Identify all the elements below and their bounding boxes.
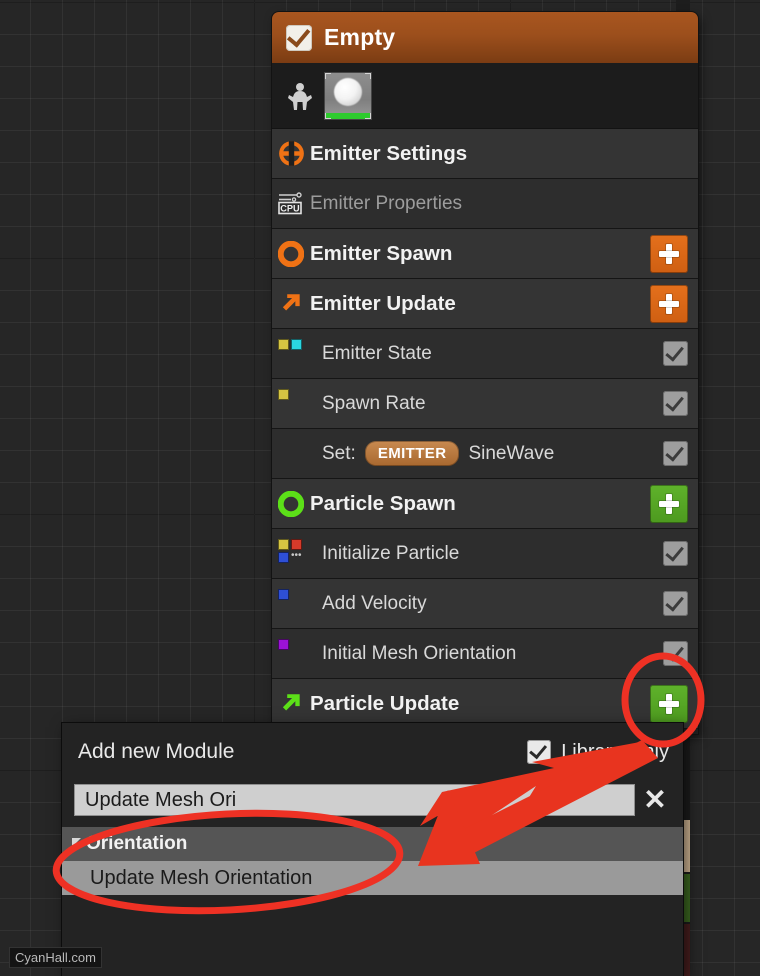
add-particle-spawn-button[interactable] — [650, 484, 688, 523]
emitter-panel: Empty Emitter Settings CPU Emitter Prope… — [272, 12, 698, 734]
swatch — [278, 589, 289, 600]
row-label: Add Velocity — [322, 592, 427, 614]
row-label: Spawn Rate — [322, 392, 426, 414]
swatch — [278, 639, 289, 650]
swatch-more: ••• — [291, 550, 302, 561]
emitter-enabled-checkbox[interactable] — [286, 23, 312, 51]
emitter-settings-icon — [272, 140, 310, 167]
result-item-label: Update Mesh Orientation — [90, 866, 313, 889]
row-label: Emitter Update — [310, 291, 456, 315]
row-label-parameter: SineWave — [468, 442, 555, 464]
check-icon — [665, 641, 684, 662]
add-emitter-spawn-button[interactable] — [650, 234, 688, 273]
swatch — [291, 339, 302, 350]
check-icon — [665, 441, 684, 462]
enable-spawn-rate-checkbox[interactable] — [663, 391, 688, 416]
emitter-spawn-icon — [272, 240, 310, 267]
emitter-thumbnail-row — [272, 63, 698, 129]
row-particle-spawn[interactable]: Particle Spawn — [272, 479, 698, 529]
add-emitter-update-button[interactable] — [650, 284, 688, 323]
check-icon — [665, 391, 684, 412]
watermark: CyanHall.com — [10, 948, 101, 967]
dialog-title: Add new Module — [78, 740, 235, 763]
module-results-list: Orientation Update Mesh Orientation — [62, 827, 683, 895]
expand-triangle-icon — [72, 837, 81, 847]
row-emitter-update[interactable]: Emitter Update — [272, 279, 698, 329]
emitter-update-icon — [272, 291, 310, 317]
row-label: Initial Mesh Orientation — [322, 642, 517, 664]
dialog-search-row: Update Mesh Ori ✕ — [62, 781, 683, 819]
check-icon — [665, 541, 684, 562]
plus-icon — [659, 293, 679, 314]
row-emitter-properties[interactable]: CPU Emitter Properties — [272, 179, 698, 229]
enable-set-sinewave-checkbox[interactable] — [663, 441, 688, 466]
row-particle-update[interactable]: Particle Update — [272, 679, 698, 729]
enable-initialize-particle-checkbox[interactable] — [663, 541, 688, 566]
category-label: Orientation — [86, 833, 188, 854]
swatch-none — [278, 437, 308, 439]
row-label: Particle Update — [310, 691, 460, 715]
dialog-header: Add new Module Library Only — [62, 723, 683, 781]
row-label: Emitter State — [322, 342, 432, 364]
emitter-scope-pill: EMITTER — [364, 441, 460, 466]
row-add-velocity[interactable]: Add Velocity — [272, 579, 698, 629]
particle-update-icon — [272, 691, 310, 717]
row-label: Emitter Spawn — [310, 241, 453, 265]
row-label: Particle Spawn — [310, 491, 456, 515]
svg-text:CPU: CPU — [280, 203, 300, 213]
add-particle-update-button[interactable] — [650, 684, 688, 723]
swatch-yellow — [278, 387, 308, 400]
check-icon — [529, 740, 548, 760]
thumbnail-corner — [325, 72, 331, 79]
check-icon — [665, 341, 684, 362]
row-emitter-spawn[interactable]: Emitter Spawn — [272, 229, 698, 279]
thumbnail-corner — [365, 72, 371, 79]
row-emitter-settings[interactable]: Emitter Settings — [272, 129, 698, 179]
thumbnail-corner — [325, 112, 331, 119]
library-only-label: Library Only — [561, 740, 669, 763]
row-initial-mesh-orientation[interactable]: Initial Mesh Orientation — [272, 629, 698, 679]
enable-add-velocity-checkbox[interactable] — [663, 591, 688, 616]
add-new-module-dialog: Add new Module Library Only Update Mesh … — [62, 723, 683, 976]
sphere-preview — [334, 77, 362, 106]
swatch — [278, 539, 289, 550]
emitter-thumbnail[interactable] — [325, 72, 371, 119]
swatch — [278, 339, 289, 350]
plus-icon — [659, 693, 679, 714]
row-initialize-particle[interactable]: ••• Initialize Particle — [272, 529, 698, 579]
emitter-title: Empty — [324, 24, 396, 50]
library-only-group[interactable]: Library Only — [527, 740, 669, 764]
check-icon — [286, 23, 310, 48]
plus-icon — [659, 243, 679, 264]
swatch-purple — [278, 637, 308, 650]
row-label: Emitter Properties — [310, 192, 463, 214]
row-label: Emitter Settings — [310, 141, 468, 165]
enable-initial-mesh-orientation-checkbox[interactable] — [663, 641, 688, 666]
swatch-yellow-cyan — [278, 337, 308, 350]
row-label-set: Set: — [322, 442, 356, 464]
library-only-checkbox[interactable] — [527, 740, 552, 764]
row-set-emitter-sinewave[interactable]: Set: EMITTER SineWave — [272, 429, 698, 479]
person-icon — [288, 82, 312, 110]
swatch — [291, 539, 302, 550]
particle-spawn-icon — [272, 490, 310, 517]
swatch — [278, 389, 289, 400]
thumbnail-corner — [365, 112, 371, 119]
close-icon[interactable]: ✕ — [635, 786, 675, 814]
swatch-multi: ••• — [278, 537, 308, 563]
search-input-value: Update Mesh Ori — [85, 788, 237, 811]
plus-icon — [659, 493, 679, 514]
enable-emitter-state-checkbox[interactable] — [663, 341, 688, 366]
emitter-panel-header[interactable]: Empty — [272, 12, 698, 63]
row-label: Initialize Particle — [322, 542, 460, 564]
check-icon — [665, 591, 684, 612]
swatch — [278, 552, 289, 563]
swatch-blue — [278, 587, 308, 600]
row-emitter-state[interactable]: Emitter State — [272, 329, 698, 379]
result-item-update-mesh-orientation[interactable]: Update Mesh Orientation — [62, 861, 683, 895]
cpu-icon: CPU — [272, 191, 310, 217]
result-category-orientation[interactable]: Orientation — [62, 827, 683, 861]
module-search-input[interactable]: Update Mesh Ori — [74, 784, 635, 816]
row-spawn-rate[interactable]: Spawn Rate — [272, 379, 698, 429]
